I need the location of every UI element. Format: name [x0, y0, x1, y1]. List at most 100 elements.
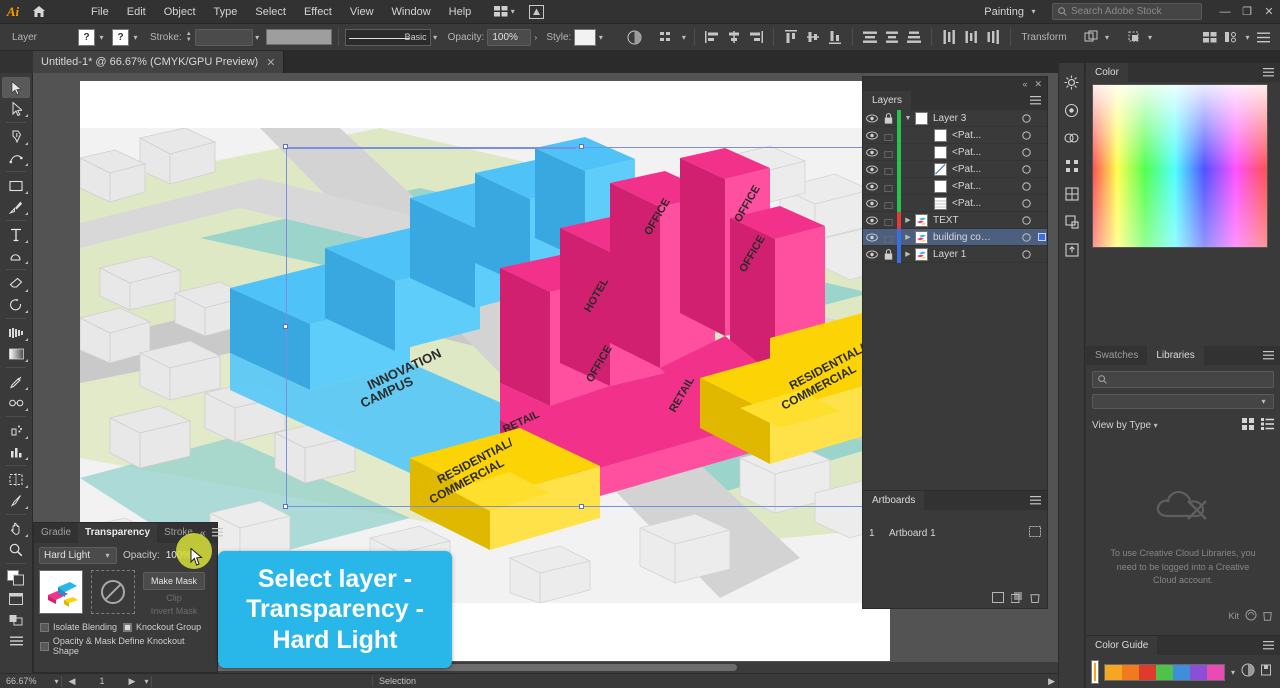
align-bottom-icon[interactable]	[824, 26, 846, 48]
view-by-label[interactable]: View by Type	[1092, 420, 1151, 431]
layer-row[interactable]: ▼ Layer 3	[863, 109, 1047, 127]
menu-item-help[interactable]: Help	[440, 0, 481, 24]
menu-item-edit[interactable]: Edit	[118, 0, 155, 24]
column-graph-tool[interactable]	[2, 441, 30, 462]
tab-color[interactable]: Color	[1086, 63, 1128, 82]
chevron-down-icon[interactable]: ▾	[131, 33, 140, 42]
layer-target-icon[interactable]	[1016, 249, 1036, 259]
distribute-top-icon[interactable]	[859, 26, 881, 48]
align-center-horizontal-icon[interactable]	[723, 26, 745, 48]
tab-gradient[interactable]: Gradie	[34, 523, 78, 543]
lock-toggle-icon[interactable]	[880, 112, 897, 124]
chevron-down-icon[interactable]: ▾	[1243, 33, 1252, 42]
chevron-down-icon[interactable]: ▾	[52, 677, 61, 686]
lock-toggle-icon[interactable]	[880, 198, 897, 209]
hand-tool[interactable]	[2, 518, 30, 539]
stock-search-input[interactable]: Search Adobe Stock	[1052, 3, 1202, 20]
artboard-row[interactable]: 1 Artboard 1	[863, 525, 1047, 541]
color-guide-swatch[interactable]	[1121, 664, 1139, 680]
color-guide-swatch[interactable]	[1138, 664, 1156, 680]
graphic-style-swatch[interactable]	[574, 28, 597, 46]
blend-tool[interactable]	[2, 392, 30, 413]
stroke-weight-input[interactable]	[194, 28, 253, 46]
lock-toggle-icon[interactable]	[880, 130, 897, 141]
layer-name[interactable]: <Pat...	[952, 198, 1016, 209]
menu-item-object[interactable]: Object	[155, 0, 205, 24]
graphic-styles-panel-icon[interactable]	[1061, 127, 1083, 149]
layers-list[interactable]: ▼ Layer 3 <Pat... <Pat... <Pat... <Pat... <Pat…	[863, 109, 1047, 263]
chevron-right-icon[interactable]: ▶	[901, 233, 915, 241]
menu-item-select[interactable]: Select	[246, 0, 295, 24]
opacity-mask-define-checkbox[interactable]: Opacity & Mask Define Knockout Shape	[40, 636, 211, 656]
restore-button[interactable]: ❐	[1236, 0, 1258, 24]
chevron-down-icon[interactable]: ▾	[431, 33, 440, 42]
tab-swatches[interactable]: Swatches	[1086, 346, 1148, 365]
visibility-toggle-icon[interactable]	[863, 130, 880, 140]
lock-toggle-icon[interactable]	[880, 181, 897, 192]
panel-menu-icon[interactable]	[211, 524, 223, 542]
home-icon[interactable]	[26, 0, 52, 24]
layer-target-icon[interactable]	[1016, 198, 1036, 208]
color-guide-swatch[interactable]	[1206, 664, 1224, 680]
layer-row[interactable]: <Pat...	[863, 194, 1047, 212]
close-panel-icon[interactable]: ✕	[1034, 79, 1042, 90]
control-panel-menu-icon[interactable]	[1252, 26, 1274, 48]
tab-transparency[interactable]: Transparency	[78, 523, 158, 543]
eyedropper-tool[interactable]	[2, 371, 30, 392]
color-guide-harmony-strip[interactable]	[1103, 663, 1225, 681]
layer-row[interactable]: <Pat...	[863, 160, 1047, 178]
close-icon[interactable]: ✕	[266, 56, 275, 69]
layer-target-icon[interactable]	[1016, 147, 1036, 157]
color-spectrum[interactable]	[1092, 84, 1268, 248]
distribute-center-horizontal-icon[interactable]	[960, 26, 982, 48]
first-page-icon[interactable]: ◀	[62, 674, 82, 688]
layer-name[interactable]: <Pat...	[952, 130, 1016, 141]
visibility-toggle-icon[interactable]	[863, 249, 880, 259]
chevron-down-icon[interactable]: ▾	[1146, 33, 1155, 42]
stroke-profile-preview[interactable]	[265, 29, 332, 45]
paintbrush-tool[interactable]	[2, 196, 30, 217]
selection-handle-bl[interactable]	[283, 504, 288, 509]
panel-menu-icon[interactable]	[1263, 637, 1280, 655]
visibility-toggle-icon[interactable]	[863, 113, 880, 123]
layer-name[interactable]: <Pat...	[952, 181, 1016, 192]
chevron-down-icon[interactable]: ▾	[1231, 668, 1235, 677]
layer-name[interactable]: TEXT	[933, 215, 1016, 226]
layer-name[interactable]: Layer 3	[933, 113, 1016, 124]
delete-library-icon[interactable]	[1263, 610, 1272, 623]
layer-name[interactable]: <Pat...	[952, 147, 1016, 158]
distribute-left-icon[interactable]	[938, 26, 960, 48]
chevron-right-icon[interactable]: ▶	[901, 216, 915, 224]
duplicate-artboard-icon[interactable]	[1010, 590, 1023, 608]
tab-color-guide[interactable]: Color Guide	[1086, 636, 1158, 655]
libraries-search-input[interactable]	[1092, 371, 1274, 388]
drawing-modes-icon[interactable]	[2, 609, 30, 630]
color-guide-swatch[interactable]	[1189, 664, 1207, 680]
chevron-right-icon[interactable]: ▶	[901, 250, 915, 258]
minimize-button[interactable]: —	[1214, 0, 1236, 24]
selection-tool[interactable]	[2, 77, 30, 98]
layer-row[interactable]: ▶ building co…	[863, 228, 1047, 246]
width-tool[interactable]	[2, 322, 30, 343]
stroke-stepper[interactable]: ▲ ▼	[186, 31, 192, 43]
shape-builder-icon[interactable]	[1081, 26, 1103, 48]
lock-toggle-icon[interactable]	[880, 232, 897, 243]
lock-toggle-icon[interactable]	[880, 147, 897, 158]
layer-target-icon[interactable]	[1016, 232, 1036, 242]
distribute-right-icon[interactable]	[982, 26, 1004, 48]
visibility-toggle-icon[interactable]	[863, 147, 880, 157]
visibility-toggle-icon[interactable]	[863, 164, 880, 174]
tab-artboards[interactable]: Artboards	[863, 491, 925, 510]
chevron-down-icon[interactable]: ▾	[253, 33, 262, 42]
selection-handle-bc[interactable]	[579, 504, 584, 509]
menu-item-type[interactable]: Type	[205, 0, 247, 24]
color-guide-swatch[interactable]	[1155, 664, 1173, 680]
isolate-group-icon[interactable]	[1124, 26, 1146, 48]
lock-toggle-icon[interactable]	[880, 164, 897, 175]
layer-target-icon[interactable]	[1016, 215, 1036, 225]
menu-item-file[interactable]: File	[82, 0, 118, 24]
layer-row[interactable]: ▶ TEXT	[863, 211, 1047, 229]
curvature-tool[interactable]	[2, 147, 30, 168]
new-artboard-icon[interactable]	[992, 590, 1004, 608]
properties-panel-icon[interactable]	[1061, 71, 1083, 93]
